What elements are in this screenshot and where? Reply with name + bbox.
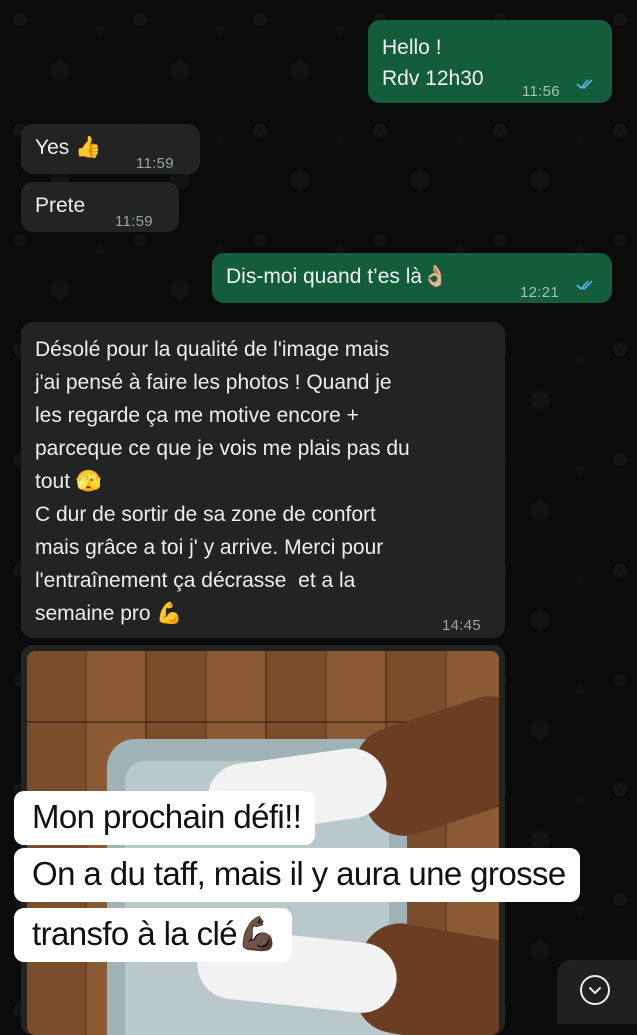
message-time: 12:21 <box>520 284 560 301</box>
caption-line-1: Mon prochain défi!! <box>14 791 316 845</box>
message-line: les regarde ça me motive encore + <box>35 404 359 427</box>
message-time: 11:59 <box>136 155 174 172</box>
caption-line-2: On a du taff, mais il y aura une grosse <box>14 848 580 902</box>
message-line: C dur de sortir de sa zone de confort <box>35 503 376 526</box>
message-line: semaine pro 💪 <box>35 602 183 625</box>
message-time: 11:56 <box>522 83 560 100</box>
message-text: Hello ! <box>382 36 442 59</box>
scroll-to-bottom-button[interactable] <box>557 960 637 1024</box>
double-check-icon <box>576 79 593 90</box>
caption-line-3: transfo à la clé💪🏿 <box>14 908 292 962</box>
message-text: Dis-moi quand t’es là👌🏼 <box>226 265 449 288</box>
message-line: j'ai pensé à faire les photos ! Quand je <box>35 371 392 394</box>
message-time: 11:59 <box>115 213 153 230</box>
message-line: Désolé pour la qualité de l'image mais <box>35 338 390 361</box>
message-text: Rdv 12h30 <box>382 67 484 90</box>
message-bubble-outgoing[interactable]: Dis-moi quand t’es là👌🏼 12:21 <box>212 253 612 303</box>
message-bubble-outgoing[interactable]: Hello ! Rdv 12h30 11:56 <box>368 20 612 103</box>
message-bubble-incoming[interactable]: Yes 👍 11:59 <box>21 124 200 174</box>
message-text: Prete <box>35 194 86 217</box>
message-bubble-incoming[interactable]: Désolé pour la qualité de l'image mais j… <box>21 322 505 638</box>
message-bubble-incoming[interactable]: Prete 11:59 <box>21 182 179 232</box>
message-time: 14:45 <box>442 617 482 634</box>
message-line: tout 🫣 <box>35 470 103 493</box>
message-line: l'entraînement ça décrasse et a la <box>35 569 356 592</box>
message-line: parceque ce que je vois me plais pas du <box>35 437 410 460</box>
message-text: Yes 👍 <box>35 136 102 159</box>
double-check-icon <box>576 280 593 291</box>
message-line: mais grâce a toi j' y arrive. Merci pour <box>35 536 384 559</box>
chevron-down-icon <box>580 975 610 1005</box>
